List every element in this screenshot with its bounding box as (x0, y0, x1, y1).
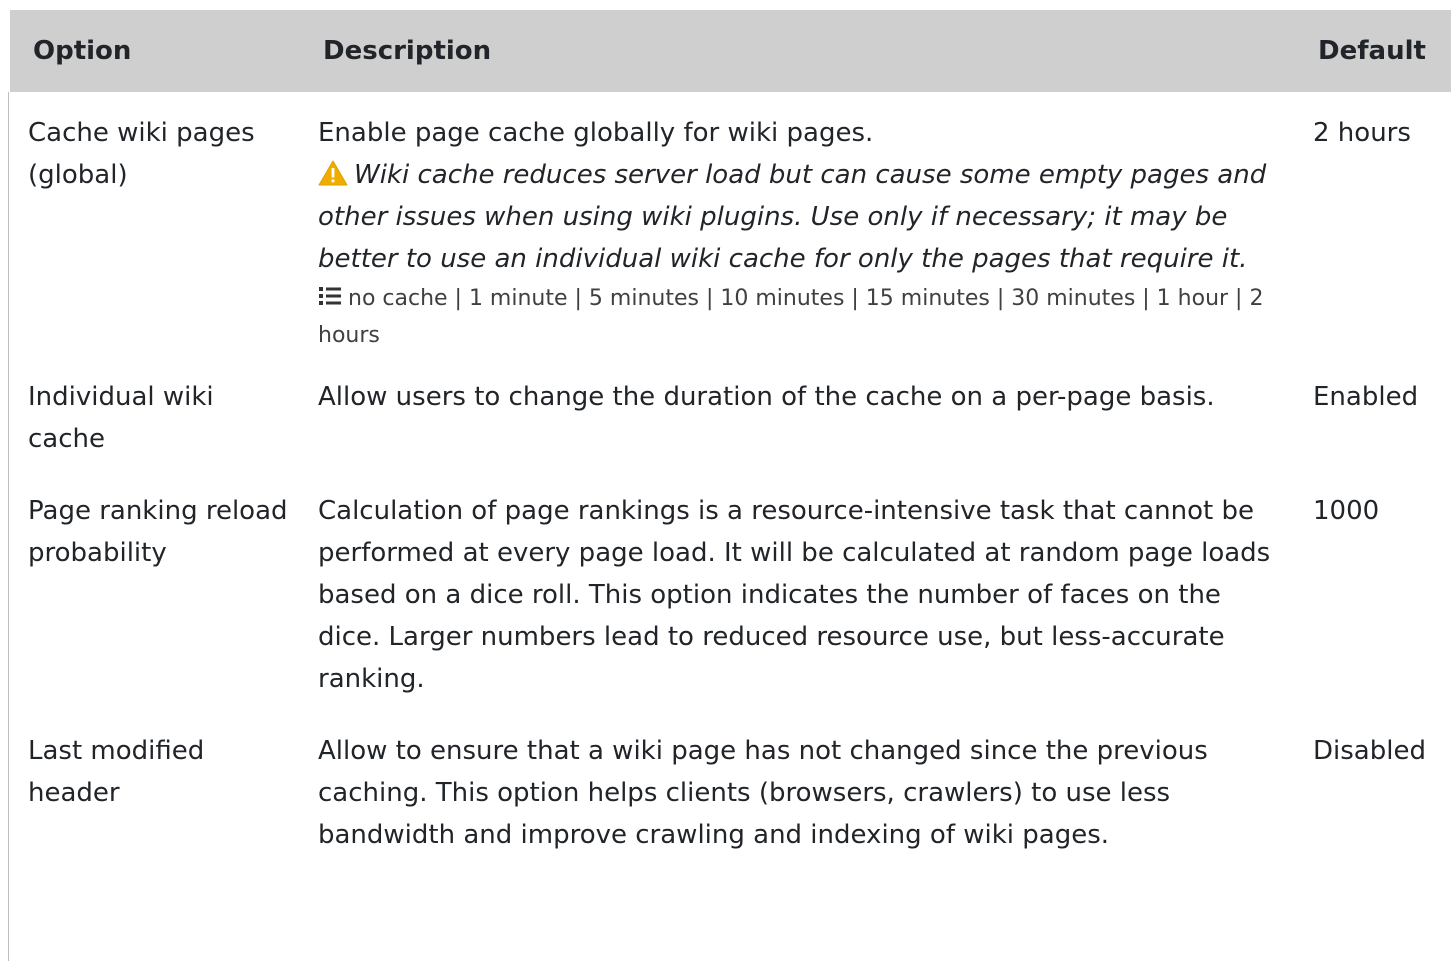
option-description-cell: Enable page cache globally for wiki page… (300, 92, 1295, 366)
option-description: Allow users to change the duration of th… (318, 382, 1215, 412)
option-default: Disabled (1313, 736, 1426, 766)
option-description: Calculation of page rankings is a resour… (318, 496, 1271, 694)
option-description: Enable page cache globally for wiki page… (318, 118, 874, 148)
warning-note: Wiki cache reduces server load but can c… (318, 154, 1285, 280)
warning-text: Wiki cache reduces server load but can c… (318, 160, 1267, 274)
warning-triangle-icon (318, 160, 348, 186)
option-default: 1000 (1313, 496, 1380, 526)
column-header-default[interactable]: Default (1295, 10, 1451, 92)
preferences-table: Option Description Default Cache wiki pa… (10, 10, 1451, 866)
option-name: Cache wiki pages (global) (28, 118, 255, 190)
table-row: Individual wiki cache Allow users to cha… (10, 366, 1451, 480)
table-header: Option Description Default (10, 10, 1451, 92)
list-icon (319, 287, 341, 305)
choices-text: no cache | 1 minute | 5 minutes | 10 min… (318, 286, 1264, 348)
option-choices: no cache | 1 minute | 5 minutes | 10 min… (318, 280, 1285, 354)
table-left-border (8, 92, 9, 961)
option-name: Last modified header (28, 736, 205, 808)
table-row: Cache wiki pages (global) Enable page ca… (10, 92, 1451, 366)
table-row: Page ranking reload probability Calculat… (10, 480, 1451, 720)
option-name: Individual wiki cache (28, 382, 214, 454)
option-description: Allow to ensure that a wiki page has not… (318, 736, 1208, 850)
column-header-description[interactable]: Description (300, 10, 1295, 92)
option-default: Enabled (1313, 382, 1419, 412)
option-default: 2 hours (1313, 118, 1411, 148)
option-name: Page ranking reload probability (28, 496, 288, 568)
column-header-option[interactable]: Option (10, 10, 300, 92)
table-row: Last modified header Allow to ensure tha… (10, 720, 1451, 866)
